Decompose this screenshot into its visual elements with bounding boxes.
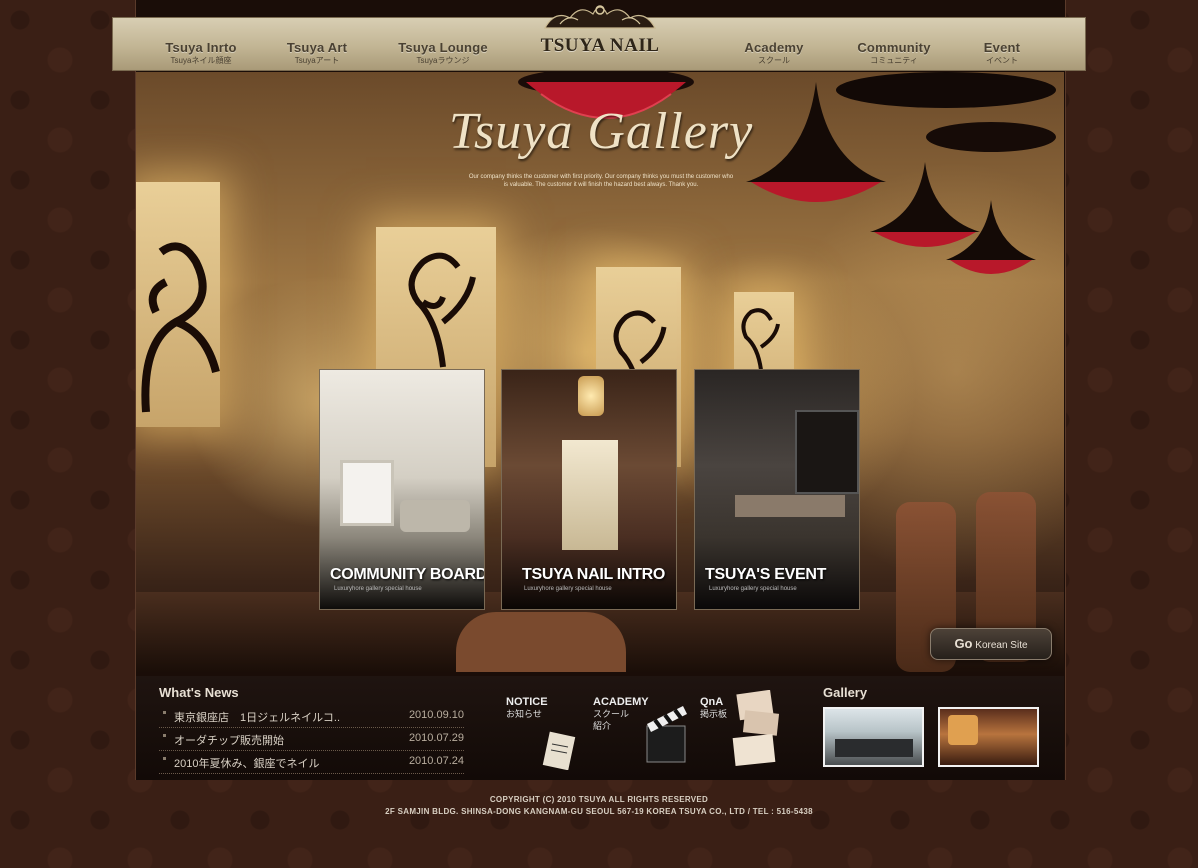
nav-label: Tsuya Art: [286, 40, 348, 55]
thumb-interior: [835, 739, 913, 757]
oven: [795, 410, 859, 494]
go-korean-site-button[interactable]: Go Korean Site: [930, 628, 1052, 660]
nav-academy[interactable]: Academy スクール: [738, 40, 810, 66]
chandelier: [578, 376, 604, 416]
card-community-board[interactable]: COMMUNITY BOARD Luxuryhore gallery speci…: [319, 369, 485, 610]
news-item[interactable]: 2010年夏休み、銀座でネイル 2010.07.24: [159, 750, 464, 774]
card-sublabel: Luxuryhore gallery special house: [709, 586, 797, 592]
card-label: COMMUNITY BOARD: [330, 566, 485, 583]
news-title: What's News: [159, 685, 239, 700]
bullet-icon: [163, 757, 166, 760]
nav-sublabel: Tsuyaアート: [294, 56, 340, 65]
gallery-thumb[interactable]: [823, 707, 924, 767]
hero-title: Tsuya Gallery: [448, 103, 754, 160]
nav-label: Tsuya Lounge: [398, 40, 488, 55]
card-label: TSUYA'S EVENT: [705, 566, 827, 583]
footer-address: 2F SAMJIN BLDG. SHINSA-DONG KANGNAM-GU S…: [385, 807, 813, 816]
ceiling-disc: [926, 122, 1056, 152]
fireplace: [340, 460, 394, 526]
nav-community[interactable]: Community コミュニティ: [849, 40, 939, 66]
qna-link[interactable]: QnA 掲示板: [700, 690, 790, 772]
footer: COPYRIGHT (C) 2010 TSUYA ALL RIGHTS RESE…: [0, 794, 1198, 818]
clapperboard-icon: [646, 706, 687, 763]
academy-link[interactable]: ACADEMY スクール 紹介: [593, 696, 693, 772]
news-text: 東京銀座店 1日ジェルネイルコ..: [174, 712, 341, 724]
news-item[interactable]: オーダチップ販売開始 2010.07.29: [159, 727, 464, 751]
nav-event[interactable]: Event イベント: [973, 40, 1031, 66]
go-korean-prefix: Go: [954, 636, 973, 651]
swirl-ornament-icon: [741, 308, 780, 371]
notice-link[interactable]: NOTICE お知らせ: [506, 696, 586, 772]
notice-sub: お知らせ: [506, 709, 542, 719]
thumb-interior: [948, 715, 978, 745]
pendant-lamp-icon: [946, 200, 1036, 274]
go-korean-label: Korean Site: [975, 640, 1028, 651]
kitchen-counter: [735, 495, 845, 517]
nav-sublabel: Tsuyaネイル顔座: [170, 56, 232, 65]
news-date: 2010.09.10: [408, 709, 464, 721]
card-label: TSUYA NAIL INTRO: [522, 566, 666, 583]
card-tsuya-nail-intro[interactable]: TSUYA NAIL INTRO Luxuryhore gallery spec…: [501, 369, 677, 610]
nav-label: Tsuya Inrto: [165, 40, 237, 55]
bottom-panel: What's News 東京銀座店 1日ジェルネイルコ.. 2010.09.10…: [136, 676, 1064, 780]
tag-icon: [542, 731, 576, 770]
swirl-ornament-icon: [141, 242, 220, 413]
bullet-icon: [163, 734, 166, 737]
nav-sublabel: コミュニティ: [870, 56, 918, 65]
nav-label: Academy: [744, 40, 804, 55]
bullet-icon: [163, 711, 166, 714]
ceiling-disc: [836, 72, 1056, 108]
nav-sublabel: Tsuyaラウンジ: [416, 56, 470, 65]
nav-tsuya-intro[interactable]: Tsuya Inrto Tsuyaネイル顔座: [161, 40, 241, 66]
nav-tsuya-lounge[interactable]: Tsuya Lounge Tsuyaラウンジ: [393, 40, 493, 66]
nav-label: Community: [857, 40, 931, 55]
news-date: 2010.07.24: [408, 755, 464, 767]
gallery-title: Gallery: [823, 685, 868, 700]
cards-icon: [732, 690, 780, 767]
brand-crest-icon: [543, 5, 657, 29]
sofa: [400, 500, 470, 532]
nav-label: Event: [983, 40, 1021, 55]
lounge-chair: [456, 612, 626, 672]
brand-logo[interactable]: TSUYA NAIL: [520, 35, 680, 57]
news-text: 2010年夏休み、銀座でネイル: [174, 758, 320, 770]
notice-title: NOTICE: [506, 696, 548, 708]
hero-tagline: Our company thinks the customer with fir…: [468, 174, 734, 188]
window: [562, 440, 618, 550]
nav-sublabel: スクール: [758, 56, 790, 65]
card-sublabel: Luxuryhore gallery special house: [334, 586, 422, 592]
nav-tsuya-art[interactable]: Tsuya Art Tsuyaアート: [281, 40, 353, 66]
news-text: オーダチップ販売開始: [174, 735, 284, 747]
gallery-thumb[interactable]: [938, 707, 1039, 767]
card-tsuyas-event[interactable]: TSUYA'S EVENT Luxuryhore gallery special…: [694, 369, 860, 610]
nav-sublabel: イベント: [986, 56, 1018, 65]
news-item[interactable]: 東京銀座店 1日ジェルネイルコ.. 2010.09.10: [159, 704, 464, 728]
hero-section: Tsuya Gallery Our company thinks the cus…: [136, 72, 1064, 672]
swirl-ornament-icon: [408, 252, 476, 368]
card-sublabel: Luxuryhore gallery special house: [524, 586, 612, 592]
footer-copyright: COPYRIGHT (C) 2010 TSUYA ALL RIGHTS RESE…: [489, 795, 709, 804]
news-date: 2010.07.29: [408, 732, 464, 744]
